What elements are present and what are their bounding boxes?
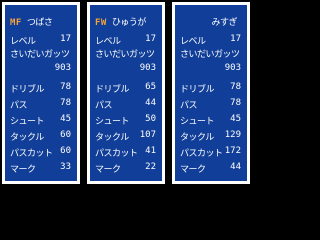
stat-label: マーク [95,165,121,175]
stat-row-max-guts-value: 903 [180,63,243,76]
stat-row-dribble: ドリブル 65 [95,82,158,95]
stat-row-max-guts-label: さいだいガッツ [95,47,158,60]
stat-value: 17 [145,34,156,44]
stat-label: パス [95,101,113,111]
stat-row-mark: マーク 22 [95,162,158,175]
stat-row-pass: パス 78 [180,98,243,111]
stat-row-pass: パス 78 [10,98,73,111]
stat-row-level: レベル 17 [10,34,73,47]
stat-label: レベル [10,37,36,47]
player-name: みすぎ [211,18,237,28]
stat-label: タックル [180,133,214,143]
stat-label: パス [180,101,198,111]
stat-row-pass-cut: パスカット 41 [95,146,158,159]
stat-value: 33 [60,162,71,172]
stat-value: 17 [230,34,241,44]
stat-label: レベル [95,37,121,47]
stat-value: 903 [139,63,156,73]
stat-value: 45 [230,114,241,124]
stat-label: さいだいガッツ [95,50,155,60]
stat-label: パスカット [180,149,223,159]
stat-label: タックル [10,133,44,143]
stat-row-tackle: タックル 129 [180,130,243,143]
player-panel-tsubasa[interactable]: MF つばさ レベル 17 さいだいガッツ 903 ドリブル 78 パス 78 シュート… [2,2,80,184]
stat-row-dribble: ドリブル 78 [10,82,73,95]
stat-label: ドリブル [10,85,45,95]
player-panel-hyuga[interactable]: FW ひゅうが レベル 17 さいだいガッツ 903 ドリブル 65 パス 44 シュー… [87,2,165,184]
stat-value: 129 [224,130,241,140]
stat-row-pass-cut: パスカット 172 [180,146,243,159]
stat-row-max-guts-value: 903 [10,63,73,76]
stat-label: タックル [95,133,129,143]
stat-row-dribble: ドリブル 78 [180,82,243,95]
player-header: みすぎ [180,15,243,28]
stat-row-tackle: タックル 107 [95,130,158,143]
stat-label: マーク [10,165,36,175]
stat-row-pass-cut: パスカット 60 [10,146,73,159]
stat-value: 60 [60,130,71,140]
stat-value: 107 [139,130,156,140]
stat-row-level: レベル 17 [180,34,243,47]
player-header: MF つばさ [10,15,73,28]
stat-value: 17 [60,34,71,44]
stat-label: ドリブル [180,85,215,95]
stat-label: パスカット [95,149,138,159]
stat-row-shoot: シュート 45 [180,114,243,127]
stat-row-shoot: シュート 50 [95,114,158,127]
stat-row-tackle: タックル 60 [10,130,73,143]
stat-value: 44 [230,162,241,172]
player-name: ひゅうが [111,18,147,28]
stat-label: ドリブル [95,85,130,95]
player-header: FW ひゅうが [95,15,158,28]
stat-value: 903 [224,63,241,73]
player-panel-misugi[interactable]: みすぎ レベル 17 さいだいガッツ 903 ドリブル 78 パス 78 シュート 45… [172,2,250,184]
stat-label: マーク [180,165,206,175]
stat-row-shoot: シュート 45 [10,114,73,127]
stat-label: パス [10,101,28,111]
stat-value: 78 [60,98,71,108]
stat-value: 45 [60,114,71,124]
stat-value: 65 [145,82,156,92]
stat-label: パスカット [10,149,53,159]
stat-value: 60 [60,146,71,156]
stat-label: さいだいガッツ [180,50,240,60]
player-name: つばさ [26,18,53,28]
stat-value: 22 [145,162,156,172]
stat-label: シュート [95,117,130,127]
stat-value: 903 [54,63,71,73]
stat-row-max-guts-value: 903 [95,63,158,76]
stat-value: 78 [230,82,241,92]
stat-row-level: レベル 17 [95,34,158,47]
stat-row-mark: マーク 33 [10,162,73,175]
stat-label: レベル [180,37,206,47]
stat-value: 44 [145,98,156,108]
stat-label: シュート [180,117,215,127]
stat-label: シュート [10,117,45,127]
stat-row-mark: マーク 44 [180,162,243,175]
stat-value: 78 [230,98,241,108]
stat-row-max-guts-label: さいだいガッツ [180,47,243,60]
stat-row-max-guts-label: さいだいガッツ [10,47,73,60]
stat-label: さいだいガッツ [10,50,70,60]
stat-value: 41 [145,146,156,156]
position-tag: MF [10,18,22,28]
position-tag: FW [95,18,107,28]
stat-row-pass: パス 44 [95,98,158,111]
stat-value: 78 [60,82,71,92]
stat-value: 50 [145,114,156,124]
stat-value: 172 [224,146,241,156]
